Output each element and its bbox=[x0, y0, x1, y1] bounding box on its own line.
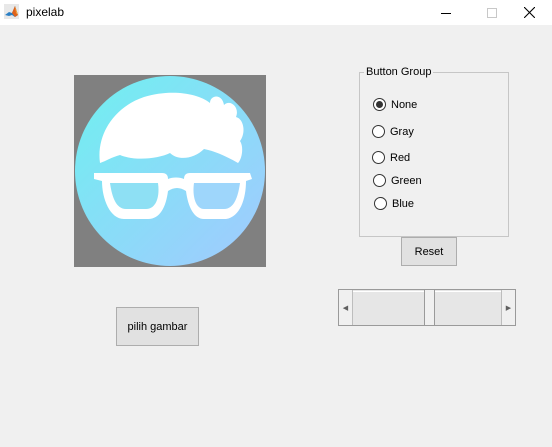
triangle-left-icon: ◀ bbox=[342, 304, 349, 312]
radio-circle-red bbox=[372, 151, 385, 164]
close-button[interactable] bbox=[506, 0, 552, 25]
close-icon bbox=[523, 7, 535, 18]
slider[interactable]: ◀ ▶ bbox=[338, 289, 516, 326]
load-image-button[interactable]: pilih gambar bbox=[116, 307, 199, 346]
radio-none[interactable]: None bbox=[373, 98, 417, 111]
slider-thumb[interactable] bbox=[424, 290, 435, 325]
title-bar: pixelab bbox=[0, 0, 552, 25]
radio-label-red: Red bbox=[390, 151, 411, 164]
minimize-icon bbox=[441, 12, 451, 14]
maximize-icon bbox=[487, 7, 497, 18]
matlab-icon bbox=[4, 4, 19, 19]
triangle-right-icon: ▶ bbox=[505, 304, 512, 312]
button-group-title: Button Group bbox=[364, 66, 434, 79]
radio-label-gray: Gray bbox=[390, 125, 414, 138]
radio-label-none: None bbox=[391, 98, 418, 111]
minimize-button[interactable] bbox=[423, 0, 469, 25]
radio-label-blue: Blue bbox=[392, 197, 415, 210]
radio-circle-blue bbox=[374, 197, 387, 210]
slider-left-arrow-button[interactable]: ◀ bbox=[339, 290, 353, 325]
radio-green[interactable]: Green bbox=[373, 174, 422, 187]
slider-right-arrow-button[interactable]: ▶ bbox=[501, 290, 515, 325]
radio-circle-green bbox=[373, 174, 386, 187]
radio-gray[interactable]: Gray bbox=[372, 125, 414, 138]
radio-red[interactable]: Red bbox=[372, 151, 410, 164]
face-avatar-image bbox=[75, 76, 265, 266]
radio-circle-gray bbox=[372, 125, 385, 138]
reset-button[interactable]: Reset bbox=[401, 237, 457, 266]
radio-label-green: Green bbox=[391, 174, 422, 187]
window-title: pixelab bbox=[26, 5, 65, 19]
radio-blue[interactable]: Blue bbox=[374, 197, 414, 210]
radio-circle-none bbox=[373, 98, 386, 111]
image-axes bbox=[74, 75, 266, 267]
